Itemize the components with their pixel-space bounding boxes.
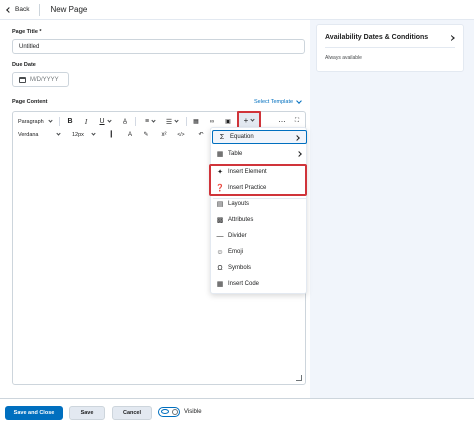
link-icon[interactable]: ∞ (208, 119, 216, 125)
strike-format-icon[interactable]: A̲ (120, 119, 130, 125)
back-label: Back (15, 6, 30, 13)
undo-icon[interactable]: ↶ (197, 131, 205, 138)
more-icon[interactable]: ⋯ (277, 118, 287, 126)
code-icon: ▦ (216, 281, 224, 288)
size-select[interactable]: 12px (72, 131, 96, 138)
emoji-icon: ☺ (216, 248, 224, 256)
menu-item-divider[interactable]: — Divider (211, 229, 308, 243)
due-date-placeholder: M/D/YYYY (30, 76, 59, 83)
availability-divider (325, 47, 455, 48)
menu-item-label: Insert Code (228, 281, 260, 287)
resize-handle-icon[interactable] (296, 375, 302, 381)
menu-item-label: Table (228, 151, 243, 157)
header-divider (39, 3, 41, 16)
fullscreen-icon[interactable]: ⛶ (293, 118, 301, 125)
highlight-box (209, 164, 307, 196)
list-icon[interactable]: ☰ (164, 118, 180, 126)
due-date-label: Due Date (12, 62, 36, 68)
size-select-label: 12px (72, 131, 84, 138)
plus-icon: + (243, 115, 249, 125)
save-and-close-button[interactable]: Save and Close (5, 406, 63, 420)
format-painter-icon[interactable]: ▎ (109, 131, 117, 138)
omega-icon: Ω (217, 264, 223, 272)
menu-item-label: Symbols (228, 265, 252, 271)
font-select[interactable]: Verdana (18, 131, 61, 138)
title-label: Page Title * (12, 29, 42, 35)
select-template-link[interactable]: Select Template (254, 98, 302, 105)
attributes-icon: ▩ (216, 217, 224, 224)
chevron-down-icon (48, 118, 53, 123)
align-icon[interactable]: ≡ (142, 118, 158, 125)
save-button[interactable]: Save (69, 406, 105, 420)
menu-item-label: Emoji (228, 249, 244, 255)
calendar-icon (19, 76, 26, 83)
expand-arrow-icon[interactable] (451, 35, 455, 41)
divider-icon: — (216, 232, 224, 240)
visibility-toggle[interactable] (158, 407, 180, 417)
sigma-icon: Σ (219, 133, 225, 141)
color-icon[interactable]: A (126, 132, 134, 138)
top-bar: Back New Page (0, 0, 474, 20)
source-code-icon[interactable]: </> (176, 132, 186, 138)
menu-item-insert-code[interactable]: ▦ Insert Code (211, 277, 308, 291)
chevron-down-icon (250, 116, 255, 122)
insert-menu: Σ Equation ▦ Table ✦ Insert Element ❓ In… (210, 127, 307, 294)
image-icon[interactable]: ▣ (224, 118, 232, 125)
content-label: Page Content (12, 99, 48, 105)
back-button[interactable]: Back (6, 6, 30, 13)
right-panel (310, 20, 474, 398)
layout-icon: ▤ (216, 201, 224, 208)
menu-item-label: Equation (230, 134, 254, 140)
menu-item-table[interactable]: ▦ Table (211, 147, 308, 161)
bold-icon[interactable]: B (66, 118, 74, 125)
page-title: New Page (50, 5, 88, 14)
due-date-input[interactable]: M/D/YYYY (12, 72, 69, 87)
cancel-button[interactable]: Cancel (112, 406, 152, 420)
highlight-icon[interactable]: ✎ (142, 131, 150, 138)
insert-stuff-icon[interactable]: ▦ (192, 118, 200, 125)
chevron-right-icon (294, 135, 300, 141)
menu-item-equation[interactable]: Σ Equation (212, 130, 307, 144)
chevron-down-icon (55, 131, 61, 136)
chevron-right-icon (296, 151, 302, 157)
superscript-icon[interactable]: x² (160, 132, 168, 138)
menu-item-emoji[interactable]: ☺ Emoji (211, 245, 308, 259)
toolbar-divider (186, 117, 187, 126)
chevron-down-icon (106, 118, 112, 123)
chevron-down-icon (296, 98, 302, 104)
visible-label: Visible (184, 409, 202, 415)
menu-item-label: Divider (228, 233, 247, 239)
menu-item-label: Layouts (228, 201, 250, 207)
toggle-knob (172, 408, 178, 415)
paragraph-select-label: Paragraph (18, 118, 44, 125)
availability-status: Always available (325, 55, 362, 61)
menu-item-symbols[interactable]: Ω Symbols (211, 261, 308, 275)
menu-item-layouts[interactable]: ▤ Layouts (211, 197, 308, 211)
eye-icon (161, 409, 169, 414)
title-input[interactable]: Untitled (12, 39, 305, 54)
toolbar-divider (135, 117, 136, 126)
paragraph-select[interactable]: Paragraph (18, 118, 53, 125)
toolbar-divider (59, 117, 60, 126)
chevron-down-icon (174, 118, 179, 123)
chevron-down-icon (151, 118, 156, 123)
menu-item-label: Attributes (228, 217, 254, 223)
underline-icon[interactable]: U (98, 118, 112, 125)
select-template-label: Select Template (254, 99, 294, 105)
table-icon: ▦ (216, 151, 224, 158)
chevron-left-icon (6, 6, 12, 13)
italic-icon[interactable]: I (82, 118, 90, 126)
chevron-down-icon (91, 131, 96, 136)
availability-title: Availability Dates & Conditions (325, 34, 429, 41)
availability-card[interactable]: Availability Dates & Conditions Always a… (316, 24, 464, 72)
font-select-label: Verdana (18, 131, 39, 138)
menu-item-attributes[interactable]: ▩ Attributes (211, 213, 308, 227)
